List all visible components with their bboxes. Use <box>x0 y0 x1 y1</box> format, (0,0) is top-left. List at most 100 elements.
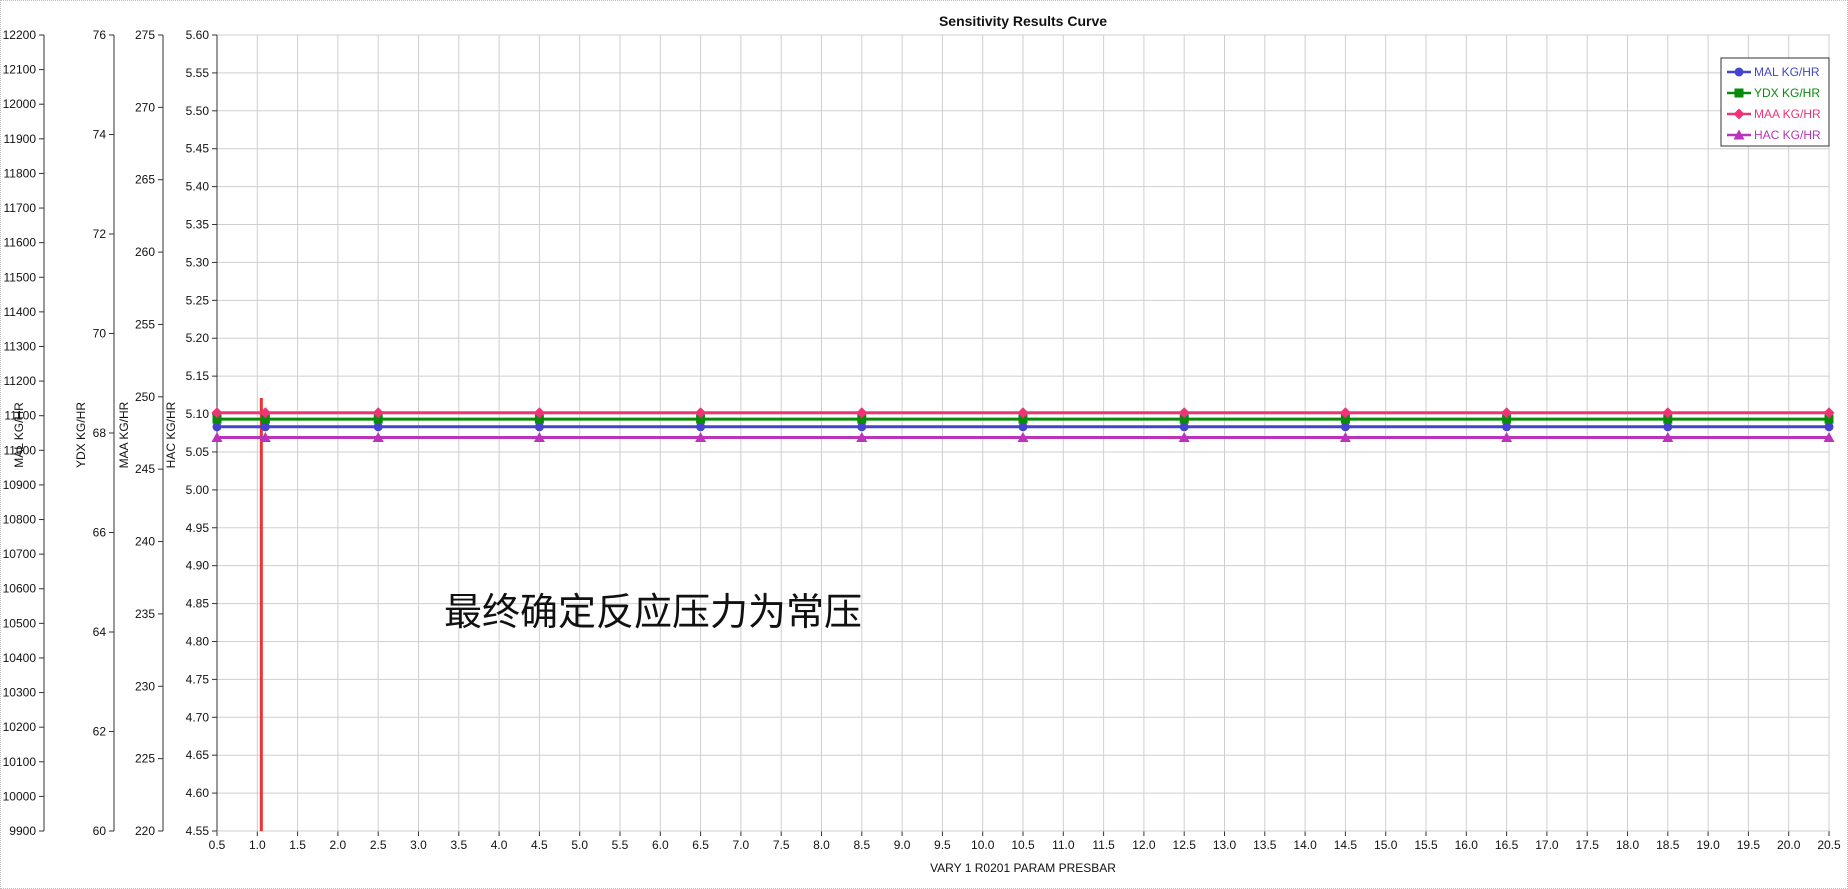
mal-tick-label: 10200 <box>3 720 37 734</box>
mal-tick-label: 12000 <box>3 97 37 111</box>
x-tick-label: 2.5 <box>370 838 387 852</box>
mal-tick-label: 10300 <box>3 686 37 700</box>
ydx-axis-title: YDX KG/HR <box>74 402 88 468</box>
x-tick-label: 19.0 <box>1696 838 1720 852</box>
data-point-mal <box>373 422 383 432</box>
maa-tick-label: 225 <box>135 752 155 766</box>
ydx-tick-label: 70 <box>93 327 107 341</box>
x-tick-label: 2.0 <box>330 838 347 852</box>
ydx-tick-label: 72 <box>93 227 107 241</box>
x-tick-label: 14.5 <box>1334 838 1358 852</box>
maa-tick-label: 260 <box>135 245 155 259</box>
x-tick-label: 1.0 <box>249 838 266 852</box>
maa-tick-label: 235 <box>135 607 155 621</box>
legend-label: HAC KG/HR <box>1754 128 1821 142</box>
x-tick-label: 18.0 <box>1616 838 1640 852</box>
hac-tick-label: 5.00 <box>186 483 210 497</box>
x-tick-label: 5.5 <box>612 838 629 852</box>
x-tick-label: 12.5 <box>1173 838 1197 852</box>
mal-tick-label: 10800 <box>3 513 37 527</box>
data-point-mal <box>1340 422 1350 432</box>
maa-tick-label: 245 <box>135 462 155 476</box>
mal-tick-label: 11900 <box>4 132 37 146</box>
x-tick-label: 18.5 <box>1656 838 1680 852</box>
hac-tick-label: 5.45 <box>186 142 210 156</box>
maa-tick-label: 270 <box>135 100 155 114</box>
hac-tick-label: 4.90 <box>186 559 210 573</box>
chart-title: Sensitivity Results Curve <box>939 13 1107 29</box>
mal-tick-label: 10000 <box>3 789 37 803</box>
hac-tick-label: 4.70 <box>186 710 210 724</box>
hac-tick-label: 5.15 <box>186 369 210 383</box>
x-tick-label: 3.0 <box>410 838 427 852</box>
mal-tick-label: 10600 <box>3 582 37 596</box>
mal-tick-label: 10500 <box>3 616 37 630</box>
maa-tick-label: 250 <box>135 390 155 404</box>
x-tick-label: 8.5 <box>853 838 870 852</box>
ydx-tick-label: 76 <box>93 28 107 42</box>
maa-tick-label: 220 <box>135 824 155 838</box>
x-axis-title: VARY 1 R0201 PARAM PRESBAR <box>930 861 1116 875</box>
mal-tick-label: 11500 <box>4 270 37 284</box>
x-tick-label: 9.5 <box>934 838 951 852</box>
hac-tick-label: 5.35 <box>186 218 210 232</box>
x-tick-label: 14.0 <box>1293 838 1317 852</box>
x-tick-label: 16.0 <box>1455 838 1479 852</box>
x-tick-label: 10.5 <box>1011 838 1035 852</box>
data-point-mal <box>212 422 222 432</box>
hac-tick-label: 5.05 <box>186 445 210 459</box>
mal-tick-label: 11800 <box>4 166 37 180</box>
legend-swatch-marker <box>1734 67 1744 77</box>
x-tick-label: 4.5 <box>531 838 548 852</box>
hac-tick-label: 4.75 <box>186 672 210 686</box>
hac-tick-label: 4.60 <box>186 786 210 800</box>
legend-swatch-marker <box>1734 88 1744 98</box>
x-tick-label: 15.5 <box>1414 838 1438 852</box>
mal-tick-label: 11700 <box>4 201 37 215</box>
legend-label: MAL KG/HR <box>1754 65 1820 79</box>
mal-tick-label: 11400 <box>4 305 37 319</box>
x-tick-label: 17.5 <box>1576 838 1600 852</box>
mal-tick-label: 12100 <box>3 63 37 77</box>
mal-tick-label: 10400 <box>3 651 37 665</box>
data-point-mal <box>1663 422 1673 432</box>
data-point-mal <box>696 422 706 432</box>
hac-tick-label: 4.85 <box>186 597 210 611</box>
x-tick-label: 7.0 <box>733 838 750 852</box>
hac-tick-label: 5.10 <box>186 407 210 421</box>
x-tick-label: 11.0 <box>1052 838 1075 852</box>
maa-tick-label: 275 <box>135 28 155 42</box>
sensitivity-chart: Sensitivity Results Curve 0.5 1.0 1.5 2.0 2.5… <box>3 13 1841 875</box>
mal-tick-label: 10100 <box>3 755 37 769</box>
hac-tick-label: 4.80 <box>186 634 210 648</box>
hac-tick-label: 5.55 <box>186 66 210 80</box>
mal-tick-label: 11200 <box>4 374 37 388</box>
maa-axis-title: MAA KG/HR <box>117 401 131 468</box>
x-tick-label: 0.5 <box>209 838 226 852</box>
hac-tick-label: 5.20 <box>186 331 210 345</box>
x-tick-label: 11.5 <box>1092 838 1115 852</box>
data-point-mal <box>260 422 270 432</box>
maa-tick-label: 230 <box>135 679 155 693</box>
x-tick-label: 5.0 <box>571 838 588 852</box>
hac-tick-label: 4.55 <box>186 824 210 838</box>
ydx-tick-label: 64 <box>93 625 107 639</box>
x-tick-label: 13.0 <box>1213 838 1237 852</box>
x-tick-label: 20.5 <box>1817 838 1841 852</box>
hac-tick-label: 5.40 <box>186 180 210 194</box>
ydx-tick-label: 68 <box>93 426 107 440</box>
data-point-mal <box>534 422 544 432</box>
hac-tick-label: 5.60 <box>186 28 210 42</box>
annotation-text: 最终确定反应压力为常压 <box>444 590 862 634</box>
x-tick-label: 17.0 <box>1535 838 1559 852</box>
x-tick-label: 9.0 <box>894 838 911 852</box>
mal-tick-label: 10900 <box>3 478 37 492</box>
mal-tick-label: 10700 <box>3 547 37 561</box>
ydx-tick-label: 62 <box>93 725 107 739</box>
ydx-tick-label: 60 <box>93 824 107 838</box>
mal-tick-label: 9900 <box>9 824 36 838</box>
ydx-tick-label: 66 <box>93 526 107 540</box>
maa-tick-label: 255 <box>135 317 155 331</box>
x-tick-label: 10.0 <box>971 838 995 852</box>
maa-tick-label: 240 <box>135 535 155 549</box>
